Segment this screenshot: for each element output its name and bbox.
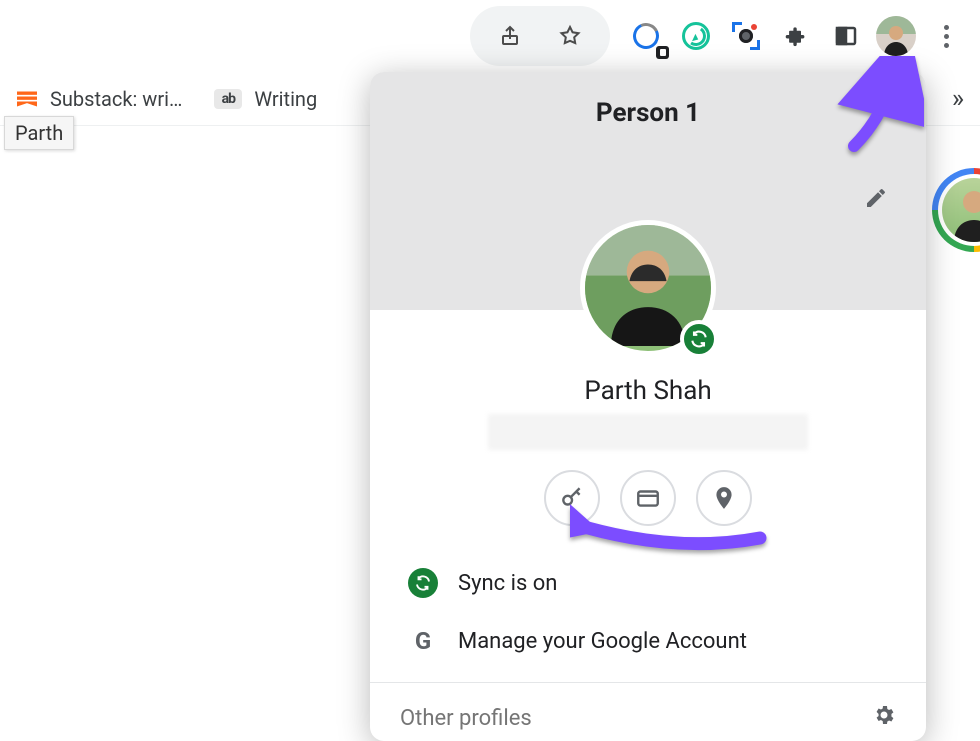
bookmark-label: Substack: wri… (50, 87, 182, 111)
onetab-extension-icon[interactable] (624, 14, 668, 58)
sync-on-icon (408, 568, 438, 598)
screenshot-extension-icon[interactable] (724, 14, 768, 58)
share-icon[interactable] (488, 14, 532, 58)
other-profiles-label[interactable]: Other profiles (400, 706, 532, 731)
profile-email-redacted (488, 414, 808, 450)
edit-profile-pencil-icon[interactable] (854, 176, 898, 220)
side-panel-icon[interactable] (824, 14, 868, 58)
omnibox-actions (470, 6, 610, 66)
manage-account-label: Manage your Google Account (458, 629, 747, 654)
bookmark-substack[interactable]: Substack: wri… (16, 87, 182, 111)
substack-icon (16, 88, 38, 110)
browser-toolbar (0, 0, 980, 72)
profile-name: Parth Shah (400, 376, 896, 406)
bookmark-writing[interactable]: ab Writing (214, 87, 317, 111)
sync-status-label: Sync is on (458, 571, 557, 596)
account-ring-avatar[interactable] (932, 168, 980, 252)
profile-popup-body: Parth Shah Sync is on G Manage your G (370, 310, 926, 682)
annotation-arrow-sync (570, 498, 770, 568)
profile-title: Person 1 (390, 98, 906, 128)
writing-icon: ab (214, 89, 242, 109)
profile-popup-footer: Other profiles (370, 682, 926, 741)
profile-avatar-button[interactable] (874, 14, 918, 58)
sync-badge-icon (680, 320, 718, 358)
extensions-puzzle-icon[interactable] (774, 14, 818, 58)
profile-popup: Person 1 Parth Shah (370, 72, 926, 741)
bookmark-tooltip: Parth (4, 116, 74, 150)
bookmarks-overflow[interactable]: » (952, 84, 964, 114)
grammarly-extension-icon[interactable] (674, 14, 718, 58)
profiles-settings-gear-icon[interactable] (872, 703, 896, 733)
manage-account-row[interactable]: G Manage your Google Account (400, 612, 896, 670)
annotation-arrow-profile (834, 56, 924, 156)
google-g-icon: G (408, 626, 438, 656)
kebab-menu-icon[interactable] (924, 14, 968, 58)
star-icon[interactable] (548, 14, 592, 58)
bookmark-label: Writing (254, 87, 317, 111)
